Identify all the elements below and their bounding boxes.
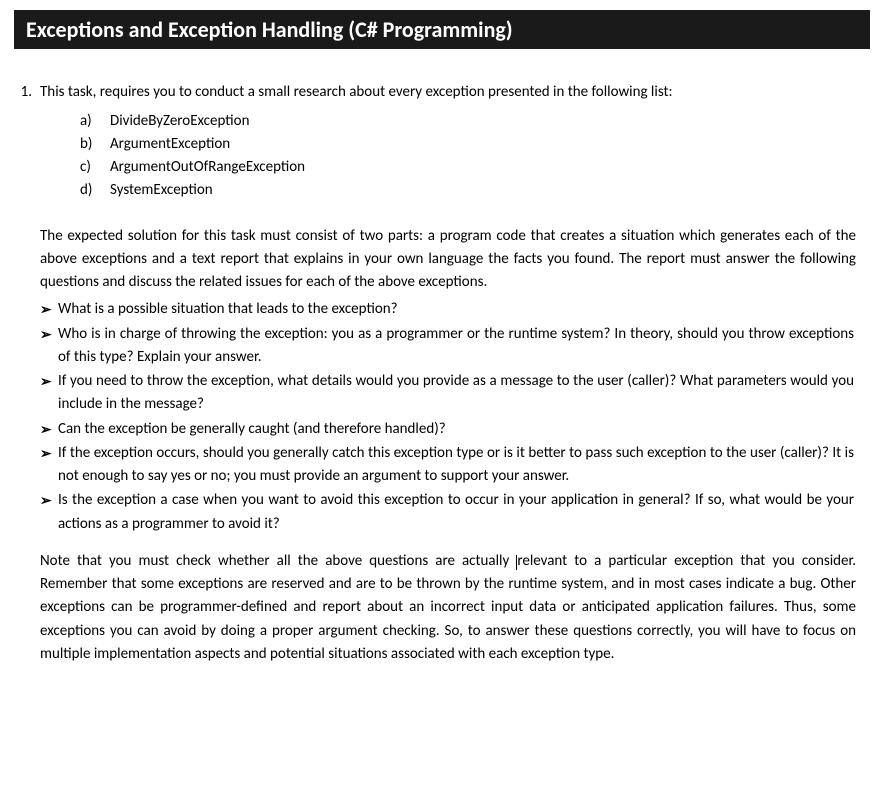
- list-text: ArgumentOutOfRangeException: [104, 156, 305, 179]
- exception-list: a) DivideByZeroException b) ArgumentExce…: [80, 110, 856, 203]
- list-item: ➢ Can the exception be generally caught …: [40, 418, 856, 441]
- list-label: d): [80, 179, 104, 202]
- list-label: a): [80, 110, 104, 133]
- note-text-before: Note that you must check whether all the…: [40, 552, 516, 570]
- list-item: ➢ Is the exception a case when you want …: [40, 489, 856, 536]
- task-item: 1. This task, requires you to conduct a …: [14, 81, 856, 666]
- list-item: ➢ Who is in charge of throwing the excep…: [40, 323, 856, 370]
- task-content: This task, requires you to conduct a sma…: [40, 81, 856, 666]
- list-item: ➢ If you need to throw the exception, wh…: [40, 370, 856, 417]
- question-text: If you need to throw the exception, what…: [58, 370, 856, 417]
- document-body: 1. This task, requires you to conduct a …: [0, 49, 884, 686]
- list-item: d) SystemException: [80, 179, 856, 202]
- document-title: Exceptions and Exception Handling (C# Pr…: [26, 16, 513, 43]
- list-item: ➢ What is a possible situation that lead…: [40, 298, 856, 321]
- note-paragraph: Note that you must check whether all the…: [40, 550, 856, 666]
- list-item: ➢ If the exception occurs, should you ge…: [40, 442, 856, 489]
- arrow-icon: ➢: [40, 370, 58, 393]
- question-text: Is the exception a case when you want to…: [58, 489, 856, 536]
- expected-paragraph: The expected solution for this task must…: [40, 225, 856, 295]
- list-item: b) ArgumentException: [80, 133, 856, 156]
- list-text: SystemException: [104, 179, 213, 202]
- document-title-bar: Exceptions and Exception Handling (C# Pr…: [14, 10, 870, 49]
- list-label: c): [80, 156, 104, 179]
- list-label: b): [80, 133, 104, 156]
- arrow-icon: ➢: [40, 489, 58, 512]
- task-intro: This task, requires you to conduct a sma…: [40, 81, 856, 104]
- list-item: c) ArgumentOutOfRangeException: [80, 156, 856, 179]
- task-number: 1.: [14, 81, 40, 104]
- arrow-icon: ➢: [40, 323, 58, 346]
- question-text: Can the exception be generally caught (a…: [58, 418, 856, 441]
- list-item: a) DivideByZeroException: [80, 110, 856, 133]
- question-text: If the exception occurs, should you gene…: [58, 442, 856, 489]
- question-text: What is a possible situation that leads …: [58, 298, 856, 321]
- arrow-icon: ➢: [40, 442, 58, 465]
- question-list: ➢ What is a possible situation that lead…: [40, 298, 856, 536]
- list-text: ArgumentException: [104, 133, 230, 156]
- question-text: Who is in charge of throwing the excepti…: [58, 323, 856, 370]
- arrow-icon: ➢: [40, 418, 58, 441]
- list-text: DivideByZeroException: [104, 110, 249, 133]
- arrow-icon: ➢: [40, 298, 58, 321]
